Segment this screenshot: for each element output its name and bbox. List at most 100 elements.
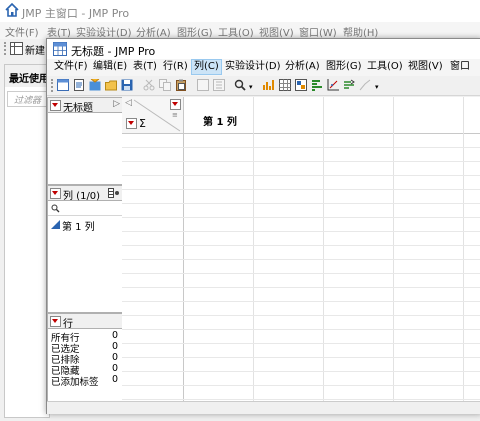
expand-icon[interactable]: ▷ <box>113 99 120 109</box>
toolbar-grip <box>51 79 55 92</box>
grid-corner: ◁ ≡ Σ <box>122 97 184 134</box>
filter-placeholder: 过滤器 <box>14 96 42 106</box>
grid-line <box>122 315 480 316</box>
menu-tools[interactable]: 工具(O) <box>365 60 405 74</box>
menu-rows[interactable]: 行(R) <box>161 60 190 74</box>
column-tools-icon[interactable] <box>108 188 120 201</box>
menu-edit[interactable]: 编辑(E) <box>91 60 129 74</box>
rows-panel-header: 行 <box>48 314 122 330</box>
new-table-icon[interactable] <box>57 79 69 91</box>
grid-line <box>122 147 480 148</box>
grid-line <box>122 259 480 260</box>
columns-panel-title: 列 (1/0) <box>63 191 101 202</box>
menu-analyze[interactable]: 分析(A) <box>136 24 171 39</box>
data-table-menubar: 文件(F) 编辑(E) 表(T) 行(R) 列(C) 实验设计(D) 分析(A)… <box>47 59 480 76</box>
recent-files-heading: 最近使用 <box>9 74 49 85</box>
bar-chart-icon[interactable] <box>263 79 275 91</box>
paste-icon[interactable] <box>175 79 187 91</box>
recent-files-header: 最近使用 <box>5 65 49 87</box>
grid-line <box>122 175 480 176</box>
grid-red-triangle-icon[interactable] <box>170 99 181 110</box>
grid-line <box>122 385 480 386</box>
search-icon[interactable] <box>234 79 246 91</box>
menu-tools[interactable]: 工具(O) <box>218 24 254 39</box>
menu-graph[interactable]: 图形(G) <box>324 60 364 74</box>
column-list-item[interactable]: 第 1 列 <box>62 218 95 233</box>
row-state-value: 0 <box>111 330 118 341</box>
grid-line <box>122 399 480 400</box>
grid-line <box>122 231 480 232</box>
new-script-icon[interactable] <box>73 79 85 91</box>
row-state-label: 已添加标签 <box>51 377 99 388</box>
menu-window[interactable]: 窗口 <box>448 60 472 74</box>
grid-line <box>122 203 480 204</box>
table-panel-title: 无标题 <box>63 103 93 114</box>
formula-icon[interactable] <box>213 79 225 91</box>
row-state-value: 0 <box>111 341 118 352</box>
horizontal-scrollbar[interactable] <box>47 401 480 414</box>
fit-y-by-x-icon[interactable] <box>327 79 339 91</box>
data-table-titlebar: 无标题 - JMP Pro <box>47 39 480 59</box>
grid-line <box>122 329 480 330</box>
main-window-titlebar: JMP 主窗口 - JMP Pro <box>0 0 480 22</box>
save-icon[interactable] <box>121 79 133 91</box>
grid-line <box>122 161 480 162</box>
toolbar-overflow-icon[interactable]: ▾ <box>375 83 379 91</box>
menu-view[interactable]: 视图(V) <box>406 60 445 74</box>
new-project-icon[interactable] <box>89 78 101 91</box>
grid-line <box>122 245 480 246</box>
continuous-column-icon <box>51 220 60 232</box>
search-dropdown-icon[interactable]: ▾ <box>249 83 253 91</box>
column-filter-icon[interactable]: ≡ <box>172 111 178 119</box>
grid-line <box>122 273 480 274</box>
home-panel: 最近使用 过滤器 <box>4 64 50 418</box>
table-red-triangle-icon[interactable] <box>50 100 61 111</box>
grid-line <box>122 343 480 344</box>
columns-red-triangle-icon[interactable] <box>50 188 61 199</box>
grid-line <box>122 217 480 218</box>
menu-doe[interactable]: 实验设计(D) <box>76 24 132 39</box>
data-grid[interactable]: ◁ ≡ Σ 第 1 列 <box>122 97 480 403</box>
menu-file[interactable]: 文件(F) <box>5 24 39 39</box>
rows-panel: 行 所有行 0 已选定 0 已排除 0 已隐藏 0 已添加标签 0 <box>47 313 123 403</box>
column-header[interactable]: 第 1 列 <box>203 113 237 128</box>
new-button[interactable]: 新建 <box>25 42 45 57</box>
graph-builder-icon[interactable] <box>359 79 371 91</box>
menu-doe[interactable]: 实验设计(D) <box>223 60 283 74</box>
main-window-title: JMP 主窗口 - JMP Pro <box>22 7 130 20</box>
format-icon[interactable] <box>197 79 209 91</box>
copy-icon[interactable] <box>159 79 171 91</box>
rows-red-triangle-icon[interactable] <box>50 316 61 327</box>
cut-icon[interactable] <box>143 79 155 91</box>
rows-panel-title: 行 <box>63 319 73 330</box>
filter-input[interactable]: 过滤器 <box>7 91 49 107</box>
row-state-value: 0 <box>111 374 118 385</box>
distribution-icon[interactable] <box>311 79 323 91</box>
data-grid-icon[interactable] <box>279 79 291 91</box>
new-table-icon <box>10 42 23 58</box>
data-table-window: 无标题 - JMP Pro 文件(F) 编辑(E) 表(T) 行(R) 列(C)… <box>46 38 480 414</box>
data-table-title: 无标题 - JMP Pro <box>71 45 156 58</box>
table-panel-header: 无标题 ▷ <box>48 98 122 114</box>
grid-line <box>122 189 480 190</box>
fit-model-icon[interactable] <box>343 79 355 91</box>
menu-help[interactable]: 帮助(H) <box>343 24 378 39</box>
menu-file[interactable]: 文件(F) <box>52 60 90 74</box>
menu-window[interactable]: 窗口(W) <box>299 24 337 39</box>
open-folder-icon[interactable] <box>105 79 117 91</box>
divider <box>48 215 122 216</box>
menu-table[interactable]: 表(T) <box>47 24 71 39</box>
row-state-value: 0 <box>111 363 118 374</box>
menu-graph[interactable]: 图形(G) <box>177 24 213 39</box>
menu-analyze[interactable]: 分析(A) <box>283 60 322 74</box>
grid-line <box>122 357 480 358</box>
home-icon <box>5 2 19 20</box>
grid-line <box>122 301 480 302</box>
subset-icon[interactable] <box>295 79 307 91</box>
menu-table[interactable]: 表(T) <box>131 60 159 74</box>
menu-view[interactable]: 视图(V) <box>259 24 294 39</box>
menu-cols[interactable]: 列(C) <box>191 59 222 75</box>
main-menubar: 文件(F) 表(T) 实验设计(D) 分析(A) 图形(G) 工具(O) 视图(… <box>0 22 480 39</box>
row-state-value: 0 <box>111 352 118 363</box>
rows-menu-red-triangle-icon[interactable] <box>126 118 137 129</box>
